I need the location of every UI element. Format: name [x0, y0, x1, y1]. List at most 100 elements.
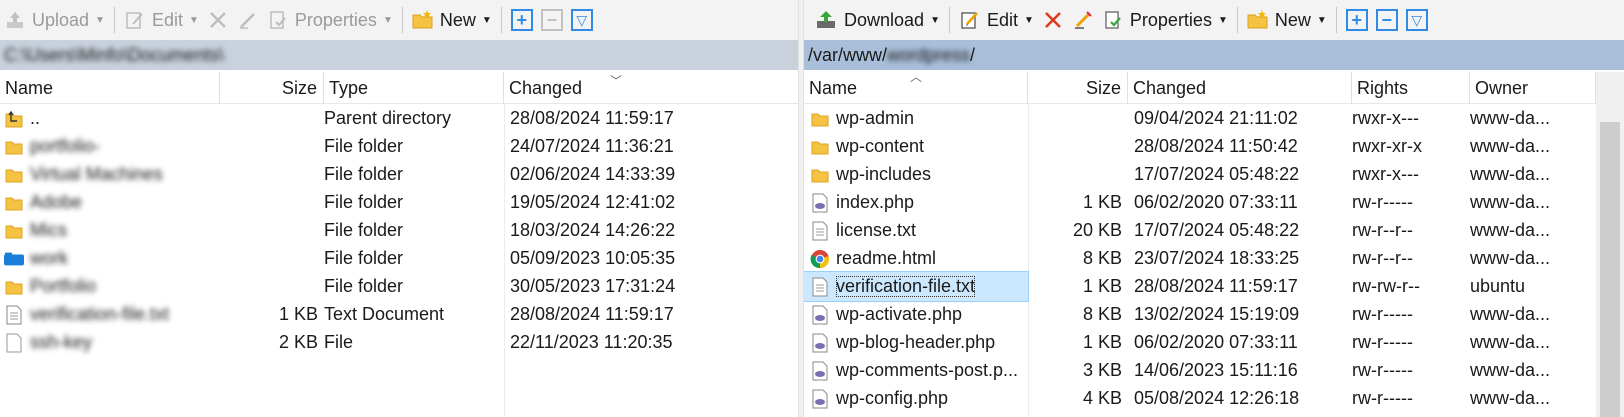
- remote-file-row[interactable]: wp-config.php 4 KB 05/08/2024 12:26:18 rw-r…: [804, 384, 1624, 413]
- remote-cell-size: 1 KB: [1028, 272, 1122, 301]
- remote-vertical-scrollbar[interactable]: [1596, 72, 1624, 417]
- download-dropdown-icon[interactable]: ▼: [930, 15, 940, 26]
- local-new-dropdown-icon[interactable]: ▼: [482, 15, 492, 26]
- cell-text: www-da...: [1470, 360, 1551, 380]
- cell-text: www-da...: [1470, 304, 1551, 324]
- remote-unselect-icon[interactable]: −: [1375, 9, 1398, 31]
- cell-text: File: [324, 332, 354, 352]
- local-file-row[interactable]: work File folder 05/09/2023 10:05:35: [0, 244, 798, 273]
- remote-path-bar[interactable]: /var/www/wordpress /: [804, 40, 1624, 70]
- local-cell-changed: 28/08/2024 11:59:17: [510, 104, 798, 133]
- remote-select-all-icon[interactable]: +: [1345, 9, 1368, 31]
- local-properties-label: Properties: [294, 9, 377, 30]
- remote-file-row[interactable]: verification-file.txt 1 KB 28/08/2024 11:5…: [804, 271, 1624, 302]
- remote-file-row[interactable]: wp-includes 17/07/2024 05:48:22 rwxr-x--- w…: [804, 160, 1624, 189]
- local-edit-button[interactable]: Edit ▼: [120, 4, 203, 36]
- toolbar-separator: [1335, 7, 1337, 33]
- upload-dropdown-icon[interactable]: ▼: [95, 15, 105, 26]
- scrollbar-thumb[interactable]: [1600, 122, 1620, 417]
- local-cell-name: work: [0, 244, 220, 273]
- local-toolbar: Upload ▼ Edit ▼ Properties ▼ New ▼ + − ▽: [0, 0, 798, 40]
- local-file-row[interactable]: Adobe File folder 19/05/2024 12:41:02: [0, 188, 798, 217]
- file-name: wp-includes: [836, 164, 932, 184]
- local-properties-dropdown-icon[interactable]: ▼: [383, 15, 393, 26]
- local-file-row[interactable]: Virtual Machines File folder 02/06/2024 14…: [0, 160, 798, 189]
- cell-text: www-da...: [1470, 192, 1551, 212]
- file-name: wp-blog-header.php: [836, 332, 996, 352]
- php-file-icon: [810, 332, 830, 354]
- remote-col-owner[interactable]: Owner: [1470, 72, 1596, 104]
- local-path-bar[interactable]: C:\Users\Minfo\Documents\: [0, 40, 798, 70]
- sort-arrow-icon: ﹀: [610, 74, 623, 88]
- remote-file-row[interactable]: readme.html 8 KB 23/07/2024 18:33:25 rw-r--…: [804, 244, 1624, 273]
- local-cell-type: File folder: [324, 132, 504, 161]
- cell-text: File folder: [324, 248, 404, 268]
- local-select-all-icon[interactable]: +: [510, 9, 533, 31]
- name-wrap: wp-includes: [810, 164, 931, 186]
- local-cell-size: [220, 160, 318, 189]
- local-rename-button[interactable]: [233, 4, 263, 36]
- download-button[interactable]: Download ▼: [804, 4, 944, 36]
- php-file-icon: [810, 360, 830, 382]
- upload-button[interactable]: Upload ▼: [0, 4, 109, 36]
- local-file-row[interactable]: verification-file.txt 1 KB Text Document 28…: [0, 300, 798, 329]
- remote-properties-button[interactable]: Properties ▼: [1098, 4, 1232, 36]
- remote-edit-dropdown-icon[interactable]: ▼: [1024, 15, 1034, 26]
- local-cell-size: 2 KB: [220, 328, 318, 357]
- remote-cell-size: [1028, 160, 1122, 189]
- local-file-row[interactable]: Portfolio File folder 30/05/2023 17:31:24: [0, 272, 798, 301]
- local-unselect-icon[interactable]: −: [540, 9, 563, 31]
- local-cell-size: [220, 272, 318, 301]
- local-filter-icon[interactable]: ▽: [570, 9, 593, 31]
- local-col-name[interactable]: Name: [0, 72, 220, 104]
- remote-file-row[interactable]: wp-comments-post.p... 3 KB 14/06/2023 15:1…: [804, 356, 1624, 385]
- remote-col-rights[interactable]: Rights: [1352, 72, 1470, 104]
- cell-text: 14/06/2023 15:11:16: [1134, 360, 1298, 380]
- remote-delete-button[interactable]: [1038, 4, 1068, 36]
- remote-file-row[interactable]: license.txt 20 KB 17/07/2024 05:48:22 rw-r-…: [804, 216, 1624, 245]
- local-file-row[interactable]: Mics File folder 18/03/2024 14:26:22: [0, 216, 798, 245]
- local-delete-button[interactable]: [203, 4, 233, 36]
- local-file-row[interactable]: ssh-key 2 KB File 22/11/2023 11:20:35: [0, 328, 798, 357]
- local-file-row[interactable]: portfolio- File folder 24/07/2024 11:36:21: [0, 132, 798, 161]
- local-col-changed[interactable]: Changed: [504, 72, 798, 104]
- local-col-type[interactable]: Type: [324, 72, 504, 104]
- remote-col-changed[interactable]: Changed: [1128, 72, 1352, 104]
- remote-file-row[interactable]: wp-activate.php 8 KB 13/02/2024 15:19:09 rw…: [804, 300, 1624, 329]
- remote-new-dropdown-icon[interactable]: ▼: [1317, 15, 1327, 26]
- remote-properties-dropdown-icon[interactable]: ▼: [1218, 15, 1228, 26]
- local-cell-changed: 24/07/2024 11:36:21: [510, 132, 798, 161]
- remote-file-row[interactable]: wp-blog-header.php 1 KB 06/02/2020 07:33:1…: [804, 328, 1624, 357]
- remote-new-button[interactable]: New ▼: [1243, 4, 1331, 36]
- name-wrap: Virtual Machines: [4, 164, 163, 186]
- folder-icon: [810, 108, 830, 130]
- remote-cell-owner: www-da...: [1470, 328, 1596, 357]
- remote-file-row[interactable]: wp-content 28/08/2024 11:50:42 rwxr-xr-x ww…: [804, 132, 1624, 161]
- local-file-row[interactable]: .. Parent directory 28/08/2024 11:59:17: [0, 104, 798, 133]
- remote-cell-changed: 14/06/2023 15:11:16: [1134, 356, 1352, 385]
- remote-rename-button[interactable]: [1068, 4, 1098, 36]
- remote-edit-button[interactable]: Edit ▼: [955, 4, 1038, 36]
- name-wrap: work: [4, 248, 68, 270]
- remote-cell-name: readme.html: [804, 244, 1028, 273]
- local-cell-type: File folder: [324, 160, 504, 189]
- remote-filter-icon[interactable]: ▽: [1405, 9, 1428, 31]
- remote-file-row[interactable]: wp-admin 09/04/2024 21:11:02 rwxr-x--- www-…: [804, 104, 1624, 133]
- remote-edit-label: Edit: [986, 9, 1018, 30]
- remote-col-size[interactable]: Size: [1028, 72, 1128, 104]
- local-properties-button[interactable]: Properties ▼: [263, 4, 397, 36]
- local-col-size[interactable]: Size: [220, 72, 324, 104]
- text-file-icon: [810, 220, 830, 242]
- remote-file-row[interactable]: index.php 1 KB 06/02/2020 07:33:11 rw-r----…: [804, 188, 1624, 217]
- cell-text: 22/11/2023 11:20:35: [510, 332, 673, 352]
- local-edit-dropdown-icon[interactable]: ▼: [189, 15, 199, 26]
- remote-column-header: Name Size Changed Rights Owner ︿: [804, 70, 1624, 104]
- delete-icon: [207, 9, 229, 31]
- folder-icon: [4, 164, 24, 186]
- local-cell-name: Mics: [0, 216, 220, 245]
- file-name: wp-content: [836, 136, 925, 156]
- php-file-icon: [810, 192, 830, 214]
- local-cell-changed: 19/05/2024 12:41:02: [510, 188, 798, 217]
- local-new-button[interactable]: New ▼: [408, 4, 496, 36]
- file-name: Virtual Machines: [30, 164, 163, 184]
